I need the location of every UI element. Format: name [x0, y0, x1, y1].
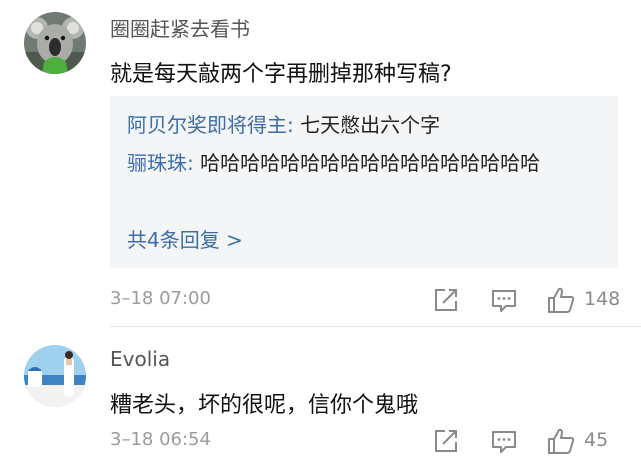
comment-item: Evolia 糟老头，坏的很呢，信你个鬼哦 3–18 06:54 45: [0, 327, 641, 475]
timestamp: 3–18 07:00: [110, 288, 211, 309]
reply-button[interactable]: [490, 286, 518, 314]
user-avatar[interactable]: [24, 345, 86, 407]
replies-panel[interactable]: 阿贝尔奖即将得主: 七天憋出六个字 骊珠珠: 哈哈哈哈哈哈哈哈哈哈哈哈哈哈哈哈哈…: [110, 96, 618, 268]
comment-text: 糟老头，坏的很呢，信你个鬼哦: [110, 393, 419, 418]
reply-author[interactable]: 骊珠珠:: [127, 151, 194, 175]
share-button[interactable]: [432, 286, 460, 314]
more-replies-link[interactable]: 共4条回复 >: [127, 224, 243, 253]
like-button[interactable]: 148: [546, 286, 636, 314]
share-button[interactable]: [432, 427, 460, 455]
comment-item: 圈圈赶紧去看书 就是每天敲两个字再删掉那种写稿? 阿贝尔奖即将得主: 七天憋出六…: [0, 0, 641, 327]
thumbs-up-icon: [548, 287, 575, 313]
user-avatar[interactable]: [24, 12, 86, 74]
reply-item[interactable]: 骊珠珠: 哈哈哈哈哈哈哈哈哈哈哈哈哈哈哈哈哈: [127, 144, 605, 182]
comment-footer: 3–18 06:54 45: [0, 423, 641, 459]
reply-text: 哈哈哈哈哈哈哈哈哈哈哈哈哈哈哈哈哈: [193, 151, 541, 175]
username[interactable]: 圈圈赶紧去看书: [110, 13, 250, 42]
reply-text: 七天憋出六个字: [293, 113, 441, 137]
reply-button[interactable]: [490, 427, 518, 455]
seaside-avatar-icon: [24, 345, 86, 407]
like-count: 148: [584, 288, 621, 310]
koala-avatar-icon: [24, 12, 86, 74]
thumbs-up-icon: [548, 428, 575, 454]
comment-icon: [492, 290, 516, 312]
timestamp: 3–18 06:54: [110, 429, 211, 450]
username[interactable]: Evolia: [110, 347, 170, 371]
comment-icon: [492, 431, 516, 453]
comment-footer: 3–18 07:00 148: [0, 282, 641, 318]
like-count: 45: [584, 429, 609, 451]
like-button[interactable]: 45: [546, 427, 636, 455]
reply-author[interactable]: 阿贝尔奖即将得主:: [127, 113, 294, 137]
share-icon: [435, 289, 457, 311]
reply-item[interactable]: 阿贝尔奖即将得主: 七天憋出六个字: [127, 106, 605, 144]
comment-text: 就是每天敲两个字再删掉那种写稿?: [110, 62, 452, 87]
share-icon: [435, 430, 457, 452]
